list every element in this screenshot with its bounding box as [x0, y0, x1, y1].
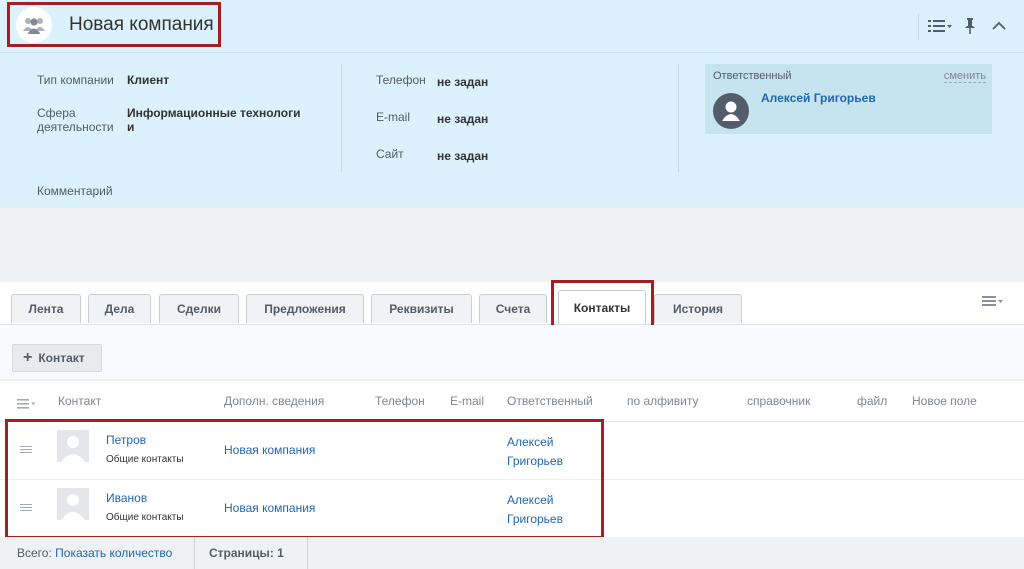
entity-header: Новая компания Тип компании Клиент Сфера…: [0, 0, 1024, 208]
email-value[interactable]: не задан: [437, 112, 488, 126]
tab-feed[interactable]: Лента: [11, 294, 81, 323]
tab-invoices[interactable]: Счета: [479, 294, 547, 323]
tab-quotes[interactable]: Предложения: [246, 294, 364, 323]
show-count-link[interactable]: Показать количество: [55, 546, 172, 560]
page-title: Новая компания: [69, 14, 214, 35]
add-contact-button[interactable]: + Контакт: [12, 344, 102, 372]
comment-label: Комментарий: [37, 184, 113, 198]
total-count: Всего: Показать количество: [17, 546, 172, 560]
responsible-link[interactable]: Алексей Григорьев: [507, 433, 563, 471]
pages-label: Страницы: 1: [209, 546, 284, 560]
company-type-value[interactable]: Клиент: [127, 73, 169, 87]
column-header-extra[interactable]: Дополн. сведения: [224, 394, 324, 408]
industry-value-line1[interactable]: Информационные технологи: [127, 106, 300, 120]
tab-history[interactable]: История: [654, 294, 742, 323]
tabs-menu-icon[interactable]: [982, 294, 1004, 312]
table-header: Контакт Дополн. сведения Телефон E-mail …: [0, 381, 1024, 422]
industry-label-line2: деятельности: [37, 120, 114, 134]
column-header-file[interactable]: файл: [857, 394, 887, 408]
contact-group: Общие контакты: [106, 512, 184, 523]
responsible-card: Ответственный сменить Алексей Григорьев: [705, 64, 992, 134]
contact-group: Общие контакты: [106, 454, 184, 465]
column-settings-icon[interactable]: [17, 396, 37, 414]
pin-icon[interactable]: [962, 14, 978, 38]
column-header-directory[interactable]: справочник: [747, 394, 810, 408]
responsible-last-name: Григорьев: [507, 454, 563, 468]
responsible-first-name: Алексей: [507, 493, 554, 507]
company-people-icon: [16, 7, 52, 43]
phone-value[interactable]: не задан: [437, 75, 488, 89]
tab-activities[interactable]: Дела: [88, 294, 151, 323]
drag-handle-icon[interactable]: [20, 504, 32, 512]
column-header-responsible[interactable]: Ответственный: [507, 394, 593, 408]
contact-name-link[interactable]: Иванов: [106, 491, 147, 505]
responsible-last-name: Григорьев: [507, 512, 563, 526]
column-header-email[interactable]: E-mail: [450, 394, 484, 408]
total-label: Всего:: [17, 546, 52, 560]
drag-handle-icon[interactable]: [20, 446, 32, 454]
list-view-icon[interactable]: [927, 14, 953, 38]
site-label: Сайт: [376, 147, 404, 161]
column-header-phone[interactable]: Телефон: [375, 394, 425, 408]
user-avatar-icon[interactable]: [713, 93, 749, 129]
column-header-alphabet[interactable]: по алфивиту: [627, 394, 698, 408]
site-value[interactable]: не задан: [437, 149, 488, 163]
grid-footer: Всего: Показать количество Страницы: 1: [0, 537, 1024, 569]
email-label: E-mail: [376, 110, 411, 124]
contact-avatar: [57, 488, 89, 520]
column-header-contact[interactable]: Контакт: [58, 394, 101, 408]
responsible-link[interactable]: Алексей Григорьев: [507, 491, 563, 529]
grid-toolbar: + Контакт: [0, 325, 1024, 379]
toolbar-divider: [918, 14, 919, 40]
company-link[interactable]: Новая компания: [224, 501, 315, 515]
column-divider: [341, 64, 342, 172]
column-divider: [678, 64, 679, 172]
table-row[interactable]: Петров Общие контакты Новая компания Але…: [0, 422, 1024, 480]
add-contact-label: Контакт: [38, 351, 85, 365]
tab-contacts[interactable]: Контакты: [558, 290, 646, 324]
responsible-label: Ответственный: [713, 70, 792, 82]
industry-label-line1: Сфера: [37, 106, 76, 120]
column-header-new-field[interactable]: Новое поле: [912, 394, 977, 408]
contact-name-link[interactable]: Петров: [106, 433, 146, 447]
pagination: Страницы: 1: [194, 537, 308, 569]
company-link[interactable]: Новая компания: [224, 443, 315, 457]
company-type-label: Тип компании: [37, 73, 114, 87]
spacer-band: [0, 208, 1024, 282]
industry-value-line2[interactable]: и: [127, 120, 134, 134]
plus-icon: +: [23, 349, 33, 366]
tab-deals[interactable]: Сделки: [159, 294, 239, 323]
chevron-up-icon[interactable]: [990, 14, 1008, 38]
phone-label: Телефон: [376, 73, 426, 87]
change-responsible-link[interactable]: сменить: [943, 70, 986, 83]
contact-avatar: [57, 430, 89, 462]
tab-requisites[interactable]: Реквизиты: [371, 294, 472, 323]
table-row[interactable]: Иванов Общие контакты Новая компания Але…: [0, 480, 1024, 538]
responsible-first-name: Алексей: [507, 435, 554, 449]
tabs-bar: Лента Дела Сделки Предложения Реквизиты …: [0, 282, 1024, 325]
title-bar: Новая компания: [0, 0, 1024, 53]
responsible-name-link[interactable]: Алексей Григорьев: [761, 91, 876, 105]
